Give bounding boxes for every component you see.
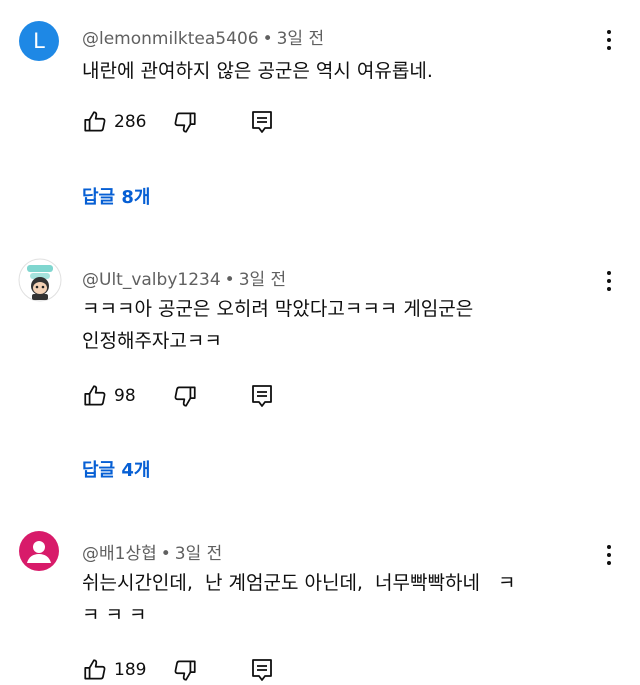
comment-text-line1: 쉬는시간인데, 난 계엄군도 아닌데, 너무빡빡하네 ㅋ	[82, 572, 516, 594]
reply-button[interactable]	[250, 657, 274, 683]
like-count: 189	[114, 660, 147, 680]
username[interactable]: @배1상협	[82, 544, 157, 564]
comment-actions: 189	[82, 655, 274, 685]
separator: •	[160, 544, 171, 564]
comment-3: @배1상협 • 3일 전 쉬는시간인데, 난 계엄군도 아닌데, 너무빡빡하네 ㅋ …	[0, 0, 640, 682]
more-options-button[interactable]	[606, 545, 612, 565]
dislike-button[interactable]	[172, 657, 198, 683]
comment-text-line2: ㅋ ㅋ ㅋ	[82, 604, 147, 626]
comment-header: @배1상협 • 3일 전	[82, 539, 222, 564]
default-person-icon	[27, 541, 51, 563]
avatar[interactable]	[19, 531, 59, 571]
thumbs-down-icon	[174, 660, 196, 681]
like-button[interactable]: 189	[82, 657, 150, 683]
thumbs-up-icon	[84, 659, 106, 680]
reply-comment-icon	[252, 659, 272, 681]
timestamp[interactable]: 3일 전	[175, 544, 223, 564]
